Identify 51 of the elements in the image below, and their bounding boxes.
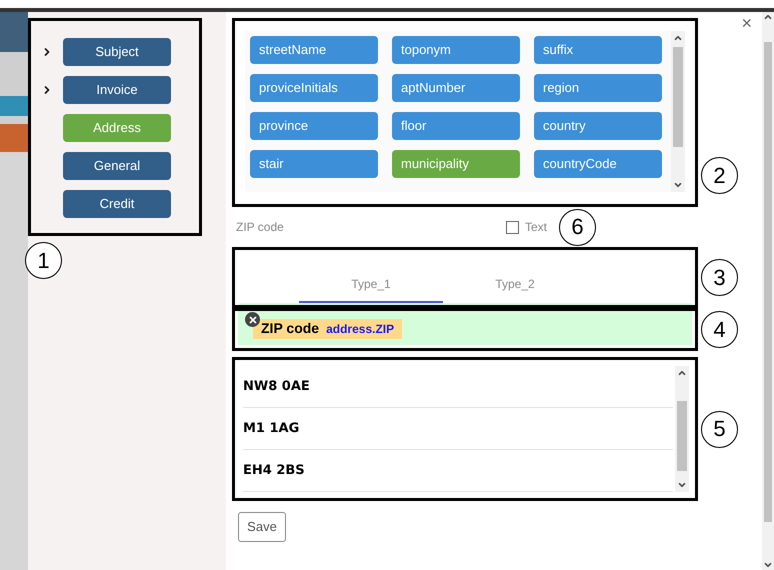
save-button[interactable]: Save [238,512,286,542]
field-chip[interactable]: proviceInitials [250,74,378,102]
field-chip[interactable]: floor [392,112,520,140]
scrollbar-thumb[interactable] [677,401,687,471]
field-chip[interactable]: aptNumber [392,74,520,102]
mapping-path: address.ZIP [326,320,394,338]
mapping-chip[interactable]: ZIP code address.ZIP [253,318,402,338]
scroll-up-icon[interactable] [763,12,773,22]
callout-number: 5 [701,410,738,448]
scroll-down-icon[interactable] [763,560,773,570]
field-chip[interactable]: stair [250,150,378,178]
sidebar-item[interactable]: Credit [63,190,171,218]
text-checkbox[interactable] [506,220,519,234]
mapping-label: ZIP code [261,319,320,338]
value-row[interactable]: EH4 2BS [243,450,673,492]
value-row[interactable]: NW8 0AE [243,366,673,408]
field-chip[interactable]: countryCode [534,150,662,178]
callout-number: 3 [701,259,738,296]
scroll-up-icon[interactable] [677,368,687,378]
callout-number: 4 [701,311,738,348]
sidebar-item[interactable]: Invoice [63,76,171,104]
value-text: EH4 2BS [243,462,305,480]
value-text: M1 1AG [243,420,300,438]
sidebar-item[interactable]: Subject [63,38,171,66]
close-button[interactable]: × [741,14,752,32]
field-label: ZIP code [236,219,285,236]
tab[interactable]: Type_2 [443,267,587,303]
field-chip[interactable]: region [534,74,662,102]
checkbox-label: Text [525,219,548,236]
scrollbar-thumb[interactable] [673,47,683,147]
page-scrollbar[interactable] [762,12,774,570]
scroll-down-icon[interactable] [673,180,683,190]
scroll-down-icon[interactable] [677,480,687,490]
field-chip[interactable]: province [250,112,378,140]
field-chip[interactable]: municipality [392,150,520,178]
sidebar-item[interactable]: Address [63,114,171,142]
callout-number: 6 [559,208,596,246]
field-chip[interactable]: streetName [250,36,378,64]
scroll-up-icon[interactable] [673,33,683,43]
field-chip[interactable]: country [534,112,662,140]
value-row[interactable]: M1 1AG [243,408,673,450]
scrollbar[interactable] [671,31,685,192]
callout-number: 2 [701,157,738,194]
field-chip[interactable]: suffix [534,36,662,64]
remove-icon[interactable] [245,312,260,327]
scrollbar-thumb[interactable] [764,42,772,522]
field-chip[interactable]: toponym [392,36,520,64]
callout-number: 1 [25,242,62,279]
scrollbar[interactable] [675,366,689,492]
value-text: NW8 0AE [243,378,310,396]
sidebar-item[interactable]: General [63,152,171,180]
